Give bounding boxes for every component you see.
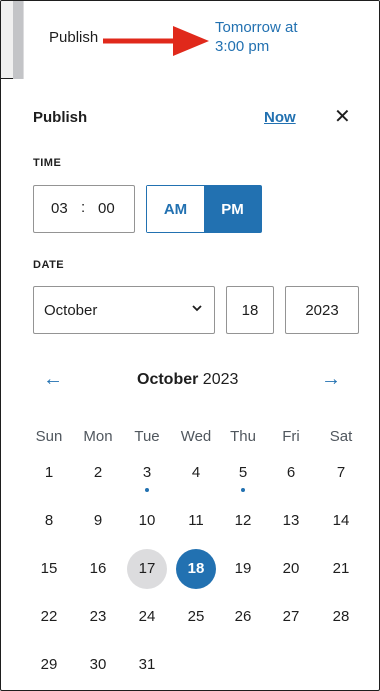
calendar-day[interactable]: 28 [321,597,361,637]
schedule-date-link[interactable]: Tomorrow at 3:00 pm [215,18,355,56]
calendar-day[interactable]: 26 [223,597,263,637]
calendar-day[interactable]: 30 [78,645,118,685]
schedule-line-2: 3:00 pm [215,38,270,55]
calendar-day[interactable]: 13 [271,501,311,541]
calendar-day[interactable]: 10 [127,501,167,541]
year-field[interactable]: 2023 [285,286,359,334]
calendar-day[interactable]: 8 [29,501,69,541]
weekday-header: Tue [134,428,160,445]
schedule-line-1: Tomorrow at [215,19,298,36]
time-input[interactable]: 03 : 00 [33,185,135,233]
calendar-day[interactable]: 21 [321,549,361,589]
calendar-day[interactable]: 25 [176,597,216,637]
weekday-header: Sun [35,428,63,445]
minutes-field[interactable]: 00 [98,200,115,217]
publish-row: Publish Tomorrow at 3:00 pm [1,1,379,79]
calendar-day[interactable]: 29 [29,645,69,685]
panel-header: Publish Now ✕ [33,107,359,129]
publish-panel-frame: Publish Tomorrow at 3:00 pm Publish Now … [0,0,380,691]
calendar-day[interactable]: 24 [127,597,167,637]
calendar-day[interactable]: 3 [127,453,167,493]
panel-title: Publish [33,109,88,126]
publish-row-label: Publish [49,29,99,46]
calendar-day[interactable]: 14 [321,501,361,541]
calendar-day[interactable]: 6 [271,453,311,493]
weekday-header: Mon [83,428,113,445]
arrow-right-icon[interactable]: → [321,368,341,391]
calendar-day[interactable]: 1 [29,453,69,493]
calendar-day[interactable]: 4 [176,453,216,493]
calendar-day[interactable]: 22 [29,597,69,637]
calendar-day[interactable]: 2 [78,453,118,493]
am-pm-toggle: AM PM [146,185,262,233]
time-separator: : [81,199,86,216]
post-indicator-dot [241,488,245,492]
month-select[interactable]: October [33,286,215,334]
post-indicator-dot [145,488,149,492]
calendar-day[interactable]: 17 [127,549,167,589]
annotation-arrow-icon [103,26,209,56]
calendar-day[interactable]: 12 [223,501,263,541]
pm-button[interactable]: PM [204,186,261,232]
calendar-day[interactable]: 18 [176,549,216,589]
weekday-header: Thu [230,428,256,445]
calendar-day[interactable]: 20 [271,549,311,589]
calendar-day[interactable]: 5 [223,453,263,493]
close-icon[interactable]: ✕ [334,107,351,127]
now-button[interactable]: Now [264,109,296,126]
chevron-down-icon [192,305,202,312]
calendar-day[interactable]: 19 [223,549,263,589]
date-label: DATE [33,259,65,271]
am-button[interactable]: AM [147,186,204,232]
calendar-month-title: October 2023 [137,371,238,389]
calendar-day[interactable]: 31 [127,645,167,685]
calendar-day[interactable]: 27 [271,597,311,637]
calendar-day[interactable]: 16 [78,549,118,589]
calendar-day[interactable]: 11 [176,501,216,541]
calendar-day[interactable]: 7 [321,453,361,493]
calendar-year: 2023 [202,371,239,388]
month-select-value: October [44,302,98,319]
arrow-left-icon[interactable]: ← [43,368,63,391]
calendar-day[interactable]: 15 [29,549,69,589]
weekday-header: Fri [282,428,300,445]
calendar-nav: ← October 2023 → [33,368,359,392]
weekday-header: Wed [180,428,212,445]
calendar-day[interactable]: 9 [78,501,118,541]
row-stripe [13,1,23,79]
time-label: TIME [33,157,62,169]
calendar-month-name: October [137,371,199,388]
weekday-header: Sat [329,428,353,445]
calendar-day[interactable]: 23 [78,597,118,637]
hours-field[interactable]: 03 [51,200,68,217]
day-field[interactable]: 18 [226,286,274,334]
